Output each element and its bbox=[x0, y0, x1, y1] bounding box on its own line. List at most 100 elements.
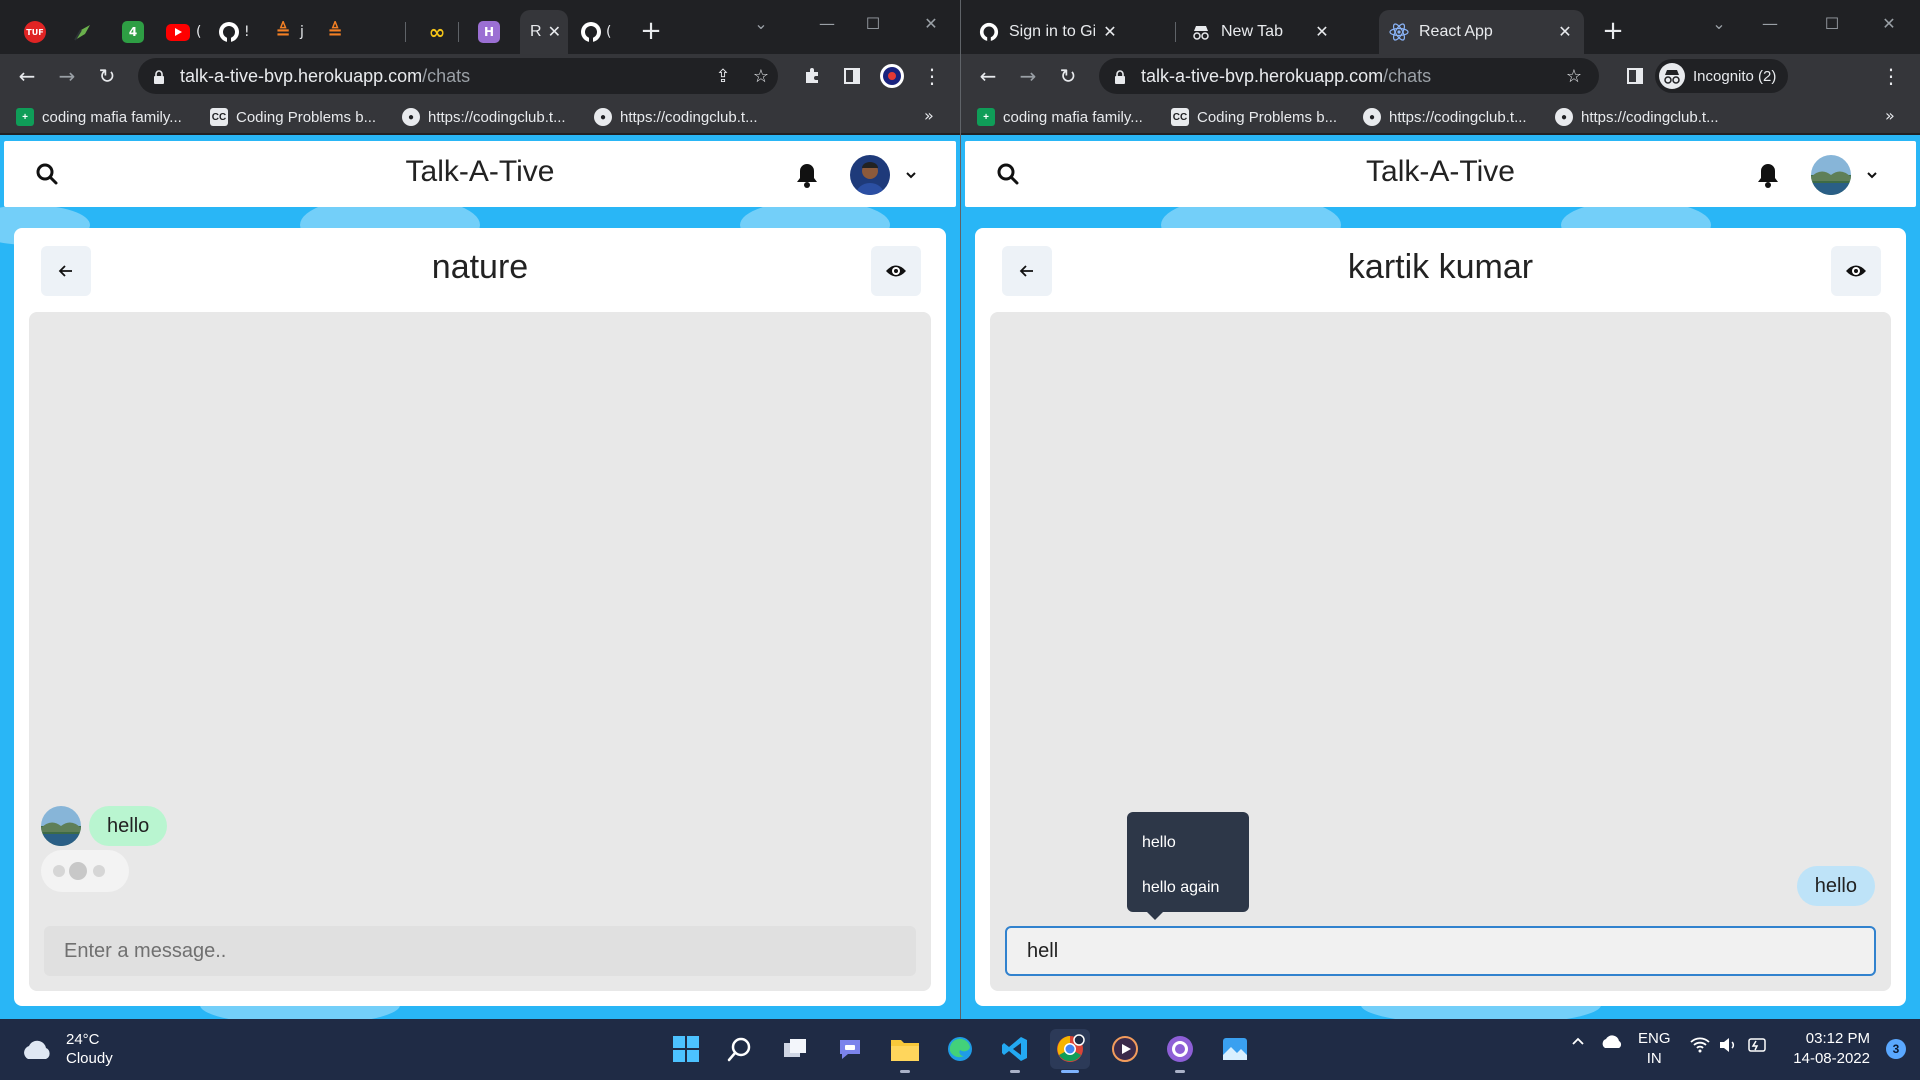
suggestion-option[interactable]: hello bbox=[1127, 820, 1249, 865]
teams-chat-icon[interactable] bbox=[830, 1029, 870, 1069]
close-icon[interactable]: ✕ bbox=[1101, 22, 1119, 42]
right-browser-window: Sign in to GitHub · ✕ New Tab ✕ React Ap… bbox=[961, 0, 1920, 1019]
tab-search-button[interactable]: ⌄ bbox=[1696, 8, 1742, 38]
minimize-button[interactable]: — bbox=[804, 8, 850, 38]
bookmark-item[interactable]: ● https://codingclub.t... bbox=[402, 106, 566, 128]
cc-icon: CC bbox=[1171, 108, 1189, 126]
tab-search-button[interactable]: ⌄ bbox=[738, 8, 784, 38]
address-bar[interactable]: talk-a-tive-bvp.herokuapp.com/chats ⇪ ☆ bbox=[138, 58, 778, 94]
weather-widget[interactable]: 24°C Cloudy bbox=[20, 1029, 113, 1069]
extensions-puzzle-icon[interactable] bbox=[797, 61, 827, 91]
back-button[interactable]: ← bbox=[12, 61, 42, 91]
maximize-button[interactable]: ☐ bbox=[850, 8, 896, 38]
onedrive-icon[interactable] bbox=[1600, 1033, 1624, 1053]
windows-start-icon[interactable] bbox=[666, 1029, 706, 1069]
bookmark-item[interactable]: + coding mafia family... bbox=[16, 106, 182, 128]
suggestion-option[interactable]: hello again bbox=[1127, 865, 1249, 910]
message-input[interactable] bbox=[44, 926, 916, 976]
bookmarks-overflow-button[interactable]: » bbox=[924, 106, 934, 125]
search-icon[interactable] bbox=[720, 1029, 760, 1069]
notification-bell-icon[interactable] bbox=[794, 161, 820, 189]
number-four-icon: 4 bbox=[122, 21, 144, 43]
photos-icon[interactable] bbox=[1215, 1029, 1255, 1069]
close-icon[interactable]: ✕ bbox=[1313, 22, 1331, 42]
chrome-menu-icon[interactable]: ⋮ bbox=[917, 61, 947, 91]
bookmark-label: https://codingclub.t... bbox=[1581, 108, 1719, 126]
message-input[interactable] bbox=[1005, 926, 1876, 976]
tab-pen[interactable] bbox=[72, 18, 94, 46]
close-icon[interactable]: ✕ bbox=[548, 22, 561, 42]
vscode-icon[interactable] bbox=[995, 1029, 1035, 1073]
bookmark-item[interactable]: + coding mafia family... bbox=[977, 106, 1143, 128]
tab-tuf[interactable]: TUF bbox=[24, 18, 46, 46]
new-tab-button[interactable]: + bbox=[636, 16, 666, 46]
system-clock[interactable]: 03:12 PM 14-08-2022 bbox=[1793, 1029, 1870, 1069]
tab-stackoverflow-2[interactable]: ≜ bbox=[324, 18, 346, 46]
user-avatar[interactable] bbox=[1811, 155, 1851, 195]
bookmark-star-icon[interactable]: ☆ bbox=[1559, 61, 1589, 91]
bookmark-star-icon[interactable]: ☆ bbox=[746, 61, 776, 91]
tab-four[interactable]: 4 bbox=[122, 18, 144, 46]
close-icon[interactable]: ✕ bbox=[1556, 22, 1574, 42]
chevron-down-icon[interactable] bbox=[904, 167, 918, 181]
media-player-icon[interactable] bbox=[1105, 1029, 1145, 1069]
incognito-badge[interactable]: Incognito (2) bbox=[1655, 59, 1789, 93]
share-icon[interactable]: ⇪ bbox=[708, 61, 738, 91]
cc-icon: CC bbox=[210, 108, 228, 126]
task-view-icon[interactable] bbox=[775, 1029, 815, 1069]
tab-github-signin[interactable]: Sign in to GitHub · ✕ bbox=[969, 10, 1129, 54]
tab-react-app[interactable]: React App ✕ bbox=[1379, 10, 1584, 54]
bookmark-item[interactable]: ● https://codingclub.t... bbox=[1363, 106, 1527, 128]
profile-avatar-icon[interactable] bbox=[877, 61, 907, 91]
bookmarks-overflow-button[interactable]: » bbox=[1885, 106, 1895, 125]
side-panel-icon[interactable] bbox=[1620, 61, 1650, 91]
bookmark-item[interactable]: ● https://codingclub.t... bbox=[1555, 106, 1719, 128]
forward-button[interactable]: → bbox=[52, 61, 82, 91]
edge-icon[interactable] bbox=[940, 1029, 980, 1069]
minimize-button[interactable]: — bbox=[1747, 8, 1793, 38]
notification-bell-icon[interactable] bbox=[1755, 161, 1781, 189]
bookmark-item[interactable]: ● https://codingclub.t... bbox=[594, 106, 758, 128]
side-panel-icon[interactable] bbox=[837, 61, 867, 91]
tab-h-logo[interactable]: H bbox=[478, 18, 500, 46]
tab-new-tab[interactable]: New Tab ✕ bbox=[1181, 10, 1341, 54]
chrome-menu-icon[interactable]: ⋮ bbox=[1876, 61, 1906, 91]
tab-github-1[interactable]: ! bbox=[218, 18, 250, 46]
reload-button[interactable]: ↻ bbox=[1053, 61, 1083, 91]
battery-icon[interactable] bbox=[1746, 1037, 1768, 1057]
view-profile-button[interactable] bbox=[871, 246, 921, 296]
back-arrow-button[interactable] bbox=[1002, 246, 1052, 296]
forward-button[interactable]: → bbox=[1013, 61, 1043, 91]
tab-infinity[interactable]: ∞ bbox=[426, 18, 448, 46]
user-avatar[interactable] bbox=[850, 155, 890, 195]
typing-dot bbox=[93, 865, 105, 877]
view-profile-button[interactable] bbox=[1831, 246, 1881, 296]
back-button[interactable]: ← bbox=[973, 61, 1003, 91]
search-icon[interactable] bbox=[34, 161, 60, 187]
reload-button[interactable]: ↻ bbox=[92, 61, 122, 91]
search-icon[interactable] bbox=[995, 161, 1021, 187]
bookmark-item[interactable]: CC Coding Problems b... bbox=[210, 106, 376, 128]
tab-stackoverflow-1[interactable]: ≜ j bbox=[272, 18, 303, 46]
back-arrow-button[interactable] bbox=[41, 246, 91, 296]
github-desktop-icon[interactable] bbox=[1160, 1029, 1200, 1073]
address-bar[interactable]: talk-a-tive-bvp.herokuapp.com/chats ☆ bbox=[1099, 58, 1599, 94]
file-explorer-icon[interactable] bbox=[885, 1029, 925, 1073]
maximize-button[interactable]: ☐ bbox=[1809, 8, 1855, 38]
tab-react-active[interactable]: R ✕ bbox=[520, 10, 568, 54]
new-tab-button[interactable]: + bbox=[1598, 16, 1628, 46]
chevron-down-icon[interactable] bbox=[1865, 167, 1879, 181]
close-window-button[interactable]: ✕ bbox=[908, 8, 954, 38]
wifi-icon[interactable] bbox=[1690, 1037, 1710, 1057]
weather-condition: Cloudy bbox=[66, 1050, 113, 1067]
language-indicator[interactable]: ENG IN bbox=[1638, 1029, 1671, 1069]
notification-count-badge[interactable]: 3 bbox=[1886, 1039, 1906, 1059]
tab-github-2[interactable]: ( bbox=[580, 18, 611, 46]
left-browser-window: TUF 4 ( ! ≜ j ≜ ∞ H R ✕ (+ ⌄ — ☐ ✕ ← → … bbox=[0, 0, 960, 1019]
volume-icon[interactable] bbox=[1718, 1037, 1738, 1057]
bookmark-item[interactable]: CC Coding Problems b... bbox=[1171, 106, 1337, 128]
tab-youtube[interactable]: ( bbox=[166, 18, 201, 46]
tray-overflow-icon[interactable] bbox=[1570, 1033, 1586, 1053]
chrome-icon[interactable] bbox=[1050, 1029, 1090, 1073]
close-window-button[interactable]: ✕ bbox=[1866, 8, 1912, 38]
